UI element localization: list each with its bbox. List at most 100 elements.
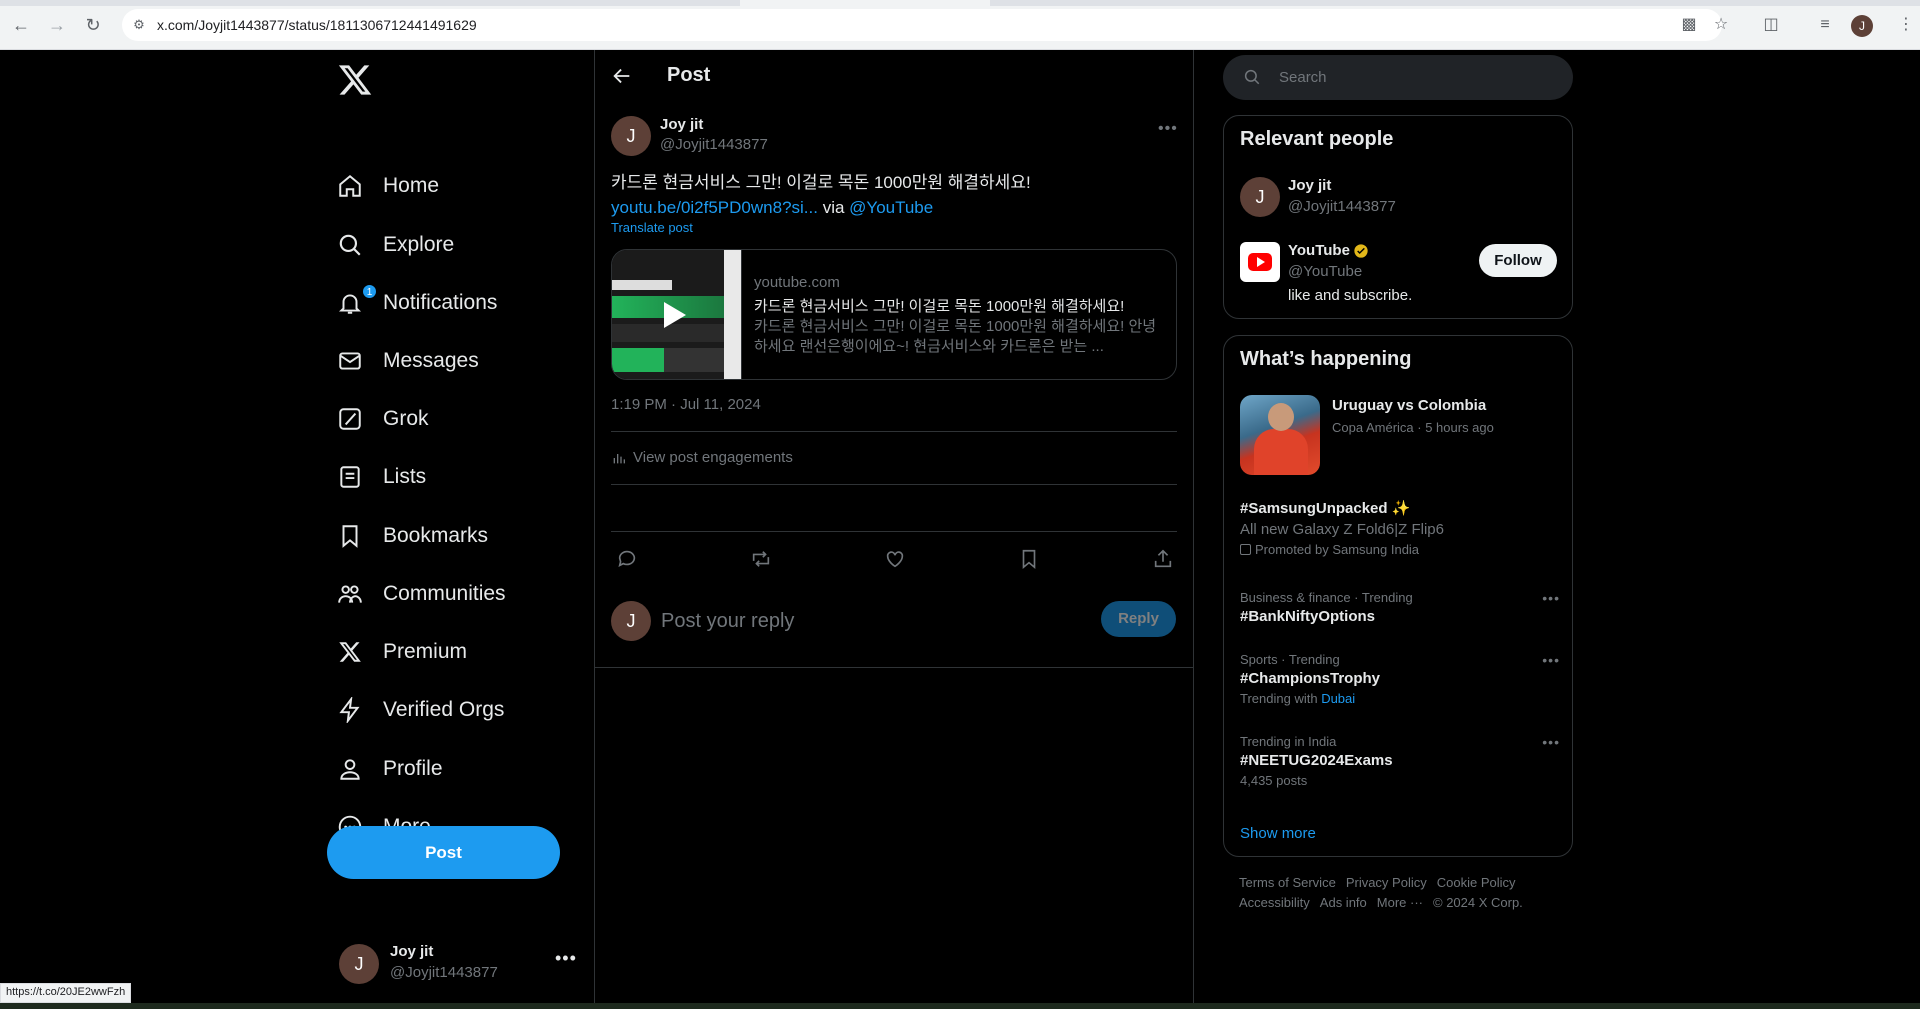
bookmark-icon[interactable]: [1018, 548, 1040, 570]
more-dots-icon[interactable]: •••: [1542, 590, 1560, 606]
follow-button[interactable]: Follow: [1479, 244, 1557, 277]
panel-title: Relevant people: [1240, 128, 1394, 150]
person-handle[interactable]: @Joyjit1443877: [1288, 198, 1396, 215]
card-title: 카드론 현금서비스 그만! 이걸로 목돈 1000만원 해결하세요!: [754, 298, 1125, 315]
sidebar-item-messages[interactable]: Messages: [337, 336, 479, 386]
tab-strip: [0, 0, 1920, 6]
reply-input[interactable]: [661, 605, 1061, 637]
translate-post-link[interactable]: Translate post: [611, 220, 693, 235]
media-control-icon[interactable]: ≡: [1814, 14, 1836, 36]
avatar[interactable]: J: [611, 116, 651, 156]
more-dots-icon[interactable]: •••: [555, 948, 577, 969]
repost-icon[interactable]: [750, 548, 772, 570]
address-bar[interactable]: ⚙ x.com/Joyjit1443877/status/18113067124…: [122, 9, 1722, 41]
back-arrow-icon[interactable]: [611, 65, 633, 87]
footer-link[interactable]: Ads info: [1320, 895, 1367, 910]
tweet-body: 카드론 현금서비스 그만! 이걸로 목돈 1000만원 해결하세요!: [611, 173, 1031, 192]
trend-item[interactable]: Sports · Trending #ChampionsTrophy Trend…: [1240, 652, 1560, 706]
footer-link[interactable]: Cookie Policy: [1437, 875, 1516, 890]
account-switcher[interactable]: J Joy jit @Joyjit1443877 •••: [337, 934, 577, 994]
post-header: Post: [595, 50, 1194, 103]
lightning-icon: [337, 697, 363, 723]
promoted-text: Promoted by Samsung India: [1255, 542, 1420, 557]
promoted-label: Promoted by Samsung India: [1240, 542, 1560, 557]
trend-subtitle: Trending with Dubai: [1240, 691, 1560, 706]
sidebar-item-verified-orgs[interactable]: Verified Orgs: [337, 685, 504, 735]
person-name[interactable]: YouTube: [1288, 242, 1369, 259]
reply-button[interactable]: Reply: [1101, 601, 1176, 637]
more-dots-icon[interactable]: •••: [1542, 652, 1560, 668]
browser-menu-icon[interactable]: ⋮: [1895, 14, 1917, 36]
person-icon: [337, 756, 363, 782]
trend-related-link[interactable]: Dubai: [1321, 691, 1355, 706]
sidebar-item-lists[interactable]: Lists: [337, 452, 426, 502]
sidebar-item-grok[interactable]: Grok: [337, 394, 429, 444]
trend-meta: Trending in India: [1240, 734, 1337, 749]
more-dots-icon[interactable]: •••: [1542, 734, 1560, 750]
account-handle: @Joyjit1443877: [390, 964, 498, 981]
post-button[interactable]: Post: [327, 826, 560, 879]
divider: [611, 531, 1177, 532]
mention-link[interactable]: @YouTube: [849, 198, 933, 217]
share-icon[interactable]: [1152, 548, 1174, 570]
news-title[interactable]: Uruguay vs Colombia: [1332, 397, 1486, 414]
tweet-link[interactable]: youtu.be/0i2f5PD0wn8?si...: [611, 198, 818, 217]
footer-link[interactable]: Accessibility: [1239, 895, 1310, 910]
home-icon: [337, 173, 363, 199]
avatar[interactable]: J: [1240, 177, 1280, 217]
extensions-icon[interactable]: ◫: [1760, 14, 1782, 36]
envelope-icon: [337, 348, 363, 374]
divider: [595, 667, 1194, 668]
active-tab[interactable]: [740, 0, 990, 6]
install-app-icon[interactable]: ▩: [1678, 14, 1700, 36]
author-name[interactable]: Joy jit: [660, 116, 703, 133]
sidebar-item-bookmarks[interactable]: Bookmarks: [337, 511, 488, 561]
trend-title-text: #SamsungUnpacked: [1240, 500, 1388, 517]
link-preview-card[interactable]: youtube.com 카드론 현금서비스 그만! 이걸로 목돈 1000만원 …: [611, 249, 1177, 380]
x-logo-icon[interactable]: [337, 62, 373, 98]
more-dots-icon[interactable]: •••: [1158, 120, 1178, 138]
author-handle[interactable]: @Joyjit1443877: [660, 136, 768, 153]
back-icon[interactable]: ←: [10, 14, 32, 36]
sidebar-item-notifications[interactable]: 1 Notifications: [337, 278, 497, 328]
bell-icon: [337, 290, 363, 316]
sidebar-item-profile[interactable]: Profile: [337, 744, 443, 794]
trend-item[interactable]: Business & finance · Trending #BankNifty…: [1240, 590, 1560, 625]
sidebar-item-label: Premium: [383, 640, 468, 663]
footer-link[interactable]: Terms of Service: [1239, 875, 1336, 890]
search-box[interactable]: [1223, 55, 1573, 100]
forward-icon[interactable]: →: [46, 14, 68, 36]
sidebar-item-home[interactable]: Home: [337, 161, 439, 211]
sidebar-item-communities[interactable]: Communities: [337, 569, 506, 619]
divider: [611, 431, 1177, 432]
person-name[interactable]: Joy jit: [1288, 177, 1331, 194]
sidebar-item-explore[interactable]: Explore: [337, 220, 454, 270]
sidebar-item-label: Profile: [383, 757, 443, 780]
play-icon: [664, 302, 686, 328]
sidebar-item-premium[interactable]: Premium: [337, 627, 467, 677]
view-engagements-link[interactable]: View post engagements: [611, 449, 793, 466]
person-handle[interactable]: @YouTube: [1288, 263, 1362, 280]
trend-item[interactable]: #SamsungUnpacked ✨ All new Galaxy Z Fold…: [1240, 499, 1560, 557]
footer-link[interactable]: More ···: [1377, 895, 1423, 910]
x-icon: [337, 639, 363, 665]
card-description: 카드론 현금서비스 그만! 이걸로 목돈 1000만원 해결하세요! 안녕하세요…: [754, 318, 1157, 355]
footer-link[interactable]: Privacy Policy: [1346, 875, 1427, 890]
post-timestamp[interactable]: 1:19 PM · Jul 11, 2024: [611, 396, 761, 413]
reply-icon[interactable]: [616, 548, 638, 570]
taskbar-strip: [0, 1003, 1920, 1009]
trend-subtitle: All new Galaxy Z Fold6|Z Flip6: [1240, 521, 1444, 538]
browser-profile-avatar[interactable]: J: [1851, 15, 1873, 37]
person-bio: like and subscribe.: [1288, 287, 1413, 304]
youtube-logo-icon[interactable]: [1240, 242, 1280, 282]
news-thumbnail[interactable]: [1240, 395, 1320, 475]
trend-item[interactable]: Trending in India #NEETUG2024Exams 4,435…: [1240, 734, 1560, 788]
show-more-link[interactable]: Show more: [1240, 825, 1316, 842]
site-info-icon[interactable]: ⚙: [130, 16, 148, 34]
like-icon[interactable]: [884, 548, 906, 570]
reload-icon[interactable]: ↻: [82, 14, 104, 36]
tweet-text: 카드론 현금서비스 그만! 이걸로 목돈 1000만원 해결하세요! youtu…: [611, 170, 1171, 220]
url-text[interactable]: x.com/Joyjit1443877/status/1811306712441…: [157, 17, 477, 33]
search-input[interactable]: [1279, 66, 1549, 88]
star-icon[interactable]: ☆: [1710, 14, 1732, 36]
